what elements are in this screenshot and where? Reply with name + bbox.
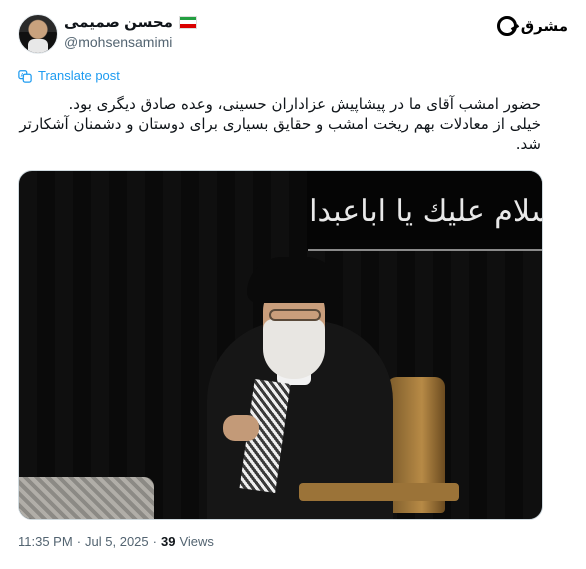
cushion [19, 477, 154, 519]
banner-text: السلام عليك يا اباعبدالله [307, 193, 542, 229]
chair-arm [299, 483, 459, 501]
views-count: 39 [160, 534, 176, 549]
banner-border [308, 249, 542, 251]
translate-post-link[interactable]: A Translate post [18, 68, 120, 83]
views-label: Views [179, 534, 214, 549]
post-meta: 11:35 PM · Jul 5, 2025 · 39 Views [18, 534, 214, 549]
iran-flag-icon [178, 15, 197, 29]
translate-icon: A [18, 69, 32, 83]
calligraphy-banner: السلام عليك يا اباعبدالله [307, 171, 542, 251]
tweet-card: محسن صمیمی @mohsensamimi مشرق A Translat… [0, 0, 586, 569]
svg-text:A: A [21, 72, 25, 78]
author-name-row: محسن صمیمی [64, 12, 197, 32]
meta-separator: · [152, 534, 157, 549]
figure-turban [247, 257, 341, 303]
post-text: حضور امشب آقای ما در پیشاپیش عزاداران حس… [18, 94, 541, 154]
mashregh-logo-icon [496, 16, 517, 36]
figure-beard [263, 319, 325, 379]
brand-logo: مشرق [496, 12, 568, 40]
author-display-name[interactable]: محسن صمیمی [64, 13, 173, 31]
post-text-line: حضور امشب آقای ما در پیشاپیش عزاداران حس… [68, 95, 542, 113]
post-time[interactable]: 11:35 PM [18, 534, 73, 549]
post-image[interactable]: السلام عليك يا اباعبدالله [18, 170, 543, 520]
meta-separator: · [76, 534, 82, 549]
post-date[interactable]: Jul 5, 2025 [85, 534, 149, 549]
translate-post-label: Translate post [38, 68, 120, 83]
avatar-shirt [28, 39, 48, 53]
brand-logo-text: مشرق [520, 17, 568, 35]
post-text-line: خیلی از معادلات بهم ریخت امشب و حقایق بس… [19, 115, 541, 153]
figure-glasses [269, 309, 321, 321]
figure-hands [223, 415, 259, 441]
author-handle[interactable]: @mohsensamimi [64, 34, 172, 50]
avatar[interactable] [18, 14, 58, 54]
